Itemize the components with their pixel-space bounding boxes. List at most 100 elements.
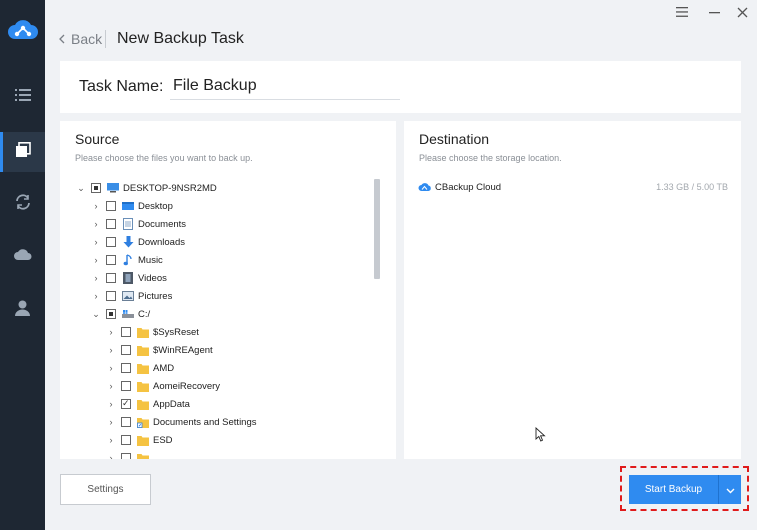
checkbox[interactable] xyxy=(106,201,116,211)
folder-icon xyxy=(137,453,149,459)
chevron-right-icon[interactable]: › xyxy=(106,435,116,445)
chevron-down-icon[interactable]: ⌄ xyxy=(76,183,86,194)
chevron-right-icon[interactable]: › xyxy=(91,291,101,301)
tree-row[interactable]: › AomeiRecovery xyxy=(106,377,220,395)
tree-label: Documents xyxy=(138,218,187,230)
tree-label: ESD xyxy=(153,434,173,446)
nav-item-backup[interactable] xyxy=(0,132,45,172)
tree-row[interactable]: › Documents xyxy=(91,215,186,233)
task-name-label: Task Name: xyxy=(79,78,164,95)
chevron-right-icon[interactable]: › xyxy=(106,453,116,459)
tree-row[interactable]: › Desktop xyxy=(91,197,173,215)
tree-label: AomeiRecovery xyxy=(153,380,221,392)
checkbox[interactable] xyxy=(91,183,101,193)
chevron-down-icon xyxy=(726,481,735,499)
user-icon xyxy=(15,300,30,321)
back-button[interactable]: Back xyxy=(59,31,102,47)
checkbox[interactable] xyxy=(106,255,116,265)
tree-row[interactable]: › ESD xyxy=(106,431,173,449)
settings-button[interactable]: Settings xyxy=(60,474,151,505)
chevron-right-icon[interactable]: › xyxy=(106,345,116,355)
checkbox[interactable] xyxy=(121,345,131,355)
tree-row[interactable]: › Music xyxy=(91,251,163,269)
header-divider xyxy=(105,30,106,48)
checkbox[interactable] xyxy=(121,417,131,427)
tree-row[interactable]: ⌄ C:/ xyxy=(91,305,150,323)
tree-label: Desktop xyxy=(138,200,173,212)
tree-label: Downloads xyxy=(138,236,185,248)
checkbox[interactable] xyxy=(121,363,131,373)
chevron-right-icon[interactable]: › xyxy=(91,273,101,283)
documents-icon xyxy=(122,218,134,230)
tree-row[interactable]: › Videos xyxy=(91,269,167,287)
nav-item-sync[interactable] xyxy=(0,184,45,224)
minimize-icon[interactable] xyxy=(707,4,723,20)
back-label: Back xyxy=(71,31,103,47)
checkbox[interactable] xyxy=(121,398,131,409)
checkbox[interactable] xyxy=(121,435,131,445)
chevron-right-icon[interactable]: › xyxy=(91,255,101,265)
destination-label: CBackup Cloud xyxy=(435,181,502,193)
task-name-input[interactable] xyxy=(170,73,400,100)
checkbox[interactable] xyxy=(121,327,131,337)
start-backup-highlight: Start Backup xyxy=(620,466,749,511)
tree-row[interactable]: › AMD xyxy=(106,359,174,377)
chevron-right-icon[interactable]: › xyxy=(106,327,116,337)
shortcut-folder-icon xyxy=(137,417,149,428)
tree-row[interactable]: › $SysReset xyxy=(106,323,199,341)
list-icon xyxy=(14,89,31,107)
music-icon xyxy=(122,254,134,266)
tree-row[interactable]: › Downloads xyxy=(91,233,185,251)
tree-label: Videos xyxy=(138,272,167,284)
download-icon xyxy=(122,236,134,248)
chevron-right-icon[interactable]: › xyxy=(91,237,101,247)
cbackup-logo-icon xyxy=(7,17,39,43)
source-scrollbar[interactable] xyxy=(374,179,380,279)
cbackup-cloud-icon xyxy=(418,182,431,192)
folder-icon xyxy=(137,381,149,392)
pictures-icon xyxy=(122,291,134,302)
tree-row-partial[interactable]: › xyxy=(106,449,153,459)
nav-item-account[interactable] xyxy=(0,290,45,330)
storage-usage: 1.33 GB / 5.00 TB xyxy=(656,182,728,192)
destination-panel: Destination Please choose the storage lo… xyxy=(404,121,741,459)
chevron-right-icon[interactable]: › xyxy=(106,381,116,391)
start-backup-button[interactable]: Start Backup xyxy=(629,475,718,504)
menu-icon[interactable] xyxy=(674,4,690,20)
tree-row[interactable]: › $WinREAgent xyxy=(106,341,213,359)
nav-item-cloud[interactable] xyxy=(0,237,45,277)
tree-label: Pictures xyxy=(138,290,173,302)
chevron-right-icon[interactable]: › xyxy=(91,219,101,229)
checkbox[interactable] xyxy=(121,381,131,391)
checkbox[interactable] xyxy=(106,219,116,229)
source-panel: Source Please choose the files you want … xyxy=(60,121,396,459)
checkbox[interactable] xyxy=(106,309,116,319)
folder-icon xyxy=(137,399,149,410)
folder-icon xyxy=(137,435,149,446)
checkbox[interactable] xyxy=(106,291,116,301)
nav-item-tasks[interactable] xyxy=(0,78,45,118)
destination-title: Destination xyxy=(419,131,490,147)
chevron-right-icon[interactable]: › xyxy=(106,399,116,409)
folder-icon xyxy=(137,363,149,374)
tree-row[interactable]: › AppData xyxy=(106,395,190,413)
task-name-panel: Task Name: xyxy=(60,61,741,113)
tree-label: C:/ xyxy=(138,308,151,320)
cloud-icon xyxy=(13,248,32,266)
start-backup-dropdown[interactable] xyxy=(719,475,741,504)
tree-row[interactable]: ⌄ DESKTOP-9NSR2MD xyxy=(76,179,217,197)
source-subtitle: Please choose the files you want to back… xyxy=(75,153,253,163)
tree-row[interactable]: › Documents and Settings xyxy=(106,413,257,431)
chevron-right-icon[interactable]: › xyxy=(106,417,116,427)
chevron-down-icon[interactable]: ⌄ xyxy=(91,309,101,320)
checkbox[interactable] xyxy=(121,453,131,459)
left-nav xyxy=(0,0,45,530)
close-icon[interactable] xyxy=(734,4,750,20)
destination-item-cbackup-cloud[interactable]: CBackup Cloud 1.33 GB / 5.00 TB xyxy=(418,180,728,194)
tree-row[interactable]: › Pictures xyxy=(91,287,173,305)
chevron-right-icon[interactable]: › xyxy=(106,363,116,373)
checkbox[interactable] xyxy=(106,273,116,283)
checkbox[interactable] xyxy=(106,237,116,247)
computer-icon xyxy=(107,183,119,194)
chevron-right-icon[interactable]: › xyxy=(91,201,101,211)
